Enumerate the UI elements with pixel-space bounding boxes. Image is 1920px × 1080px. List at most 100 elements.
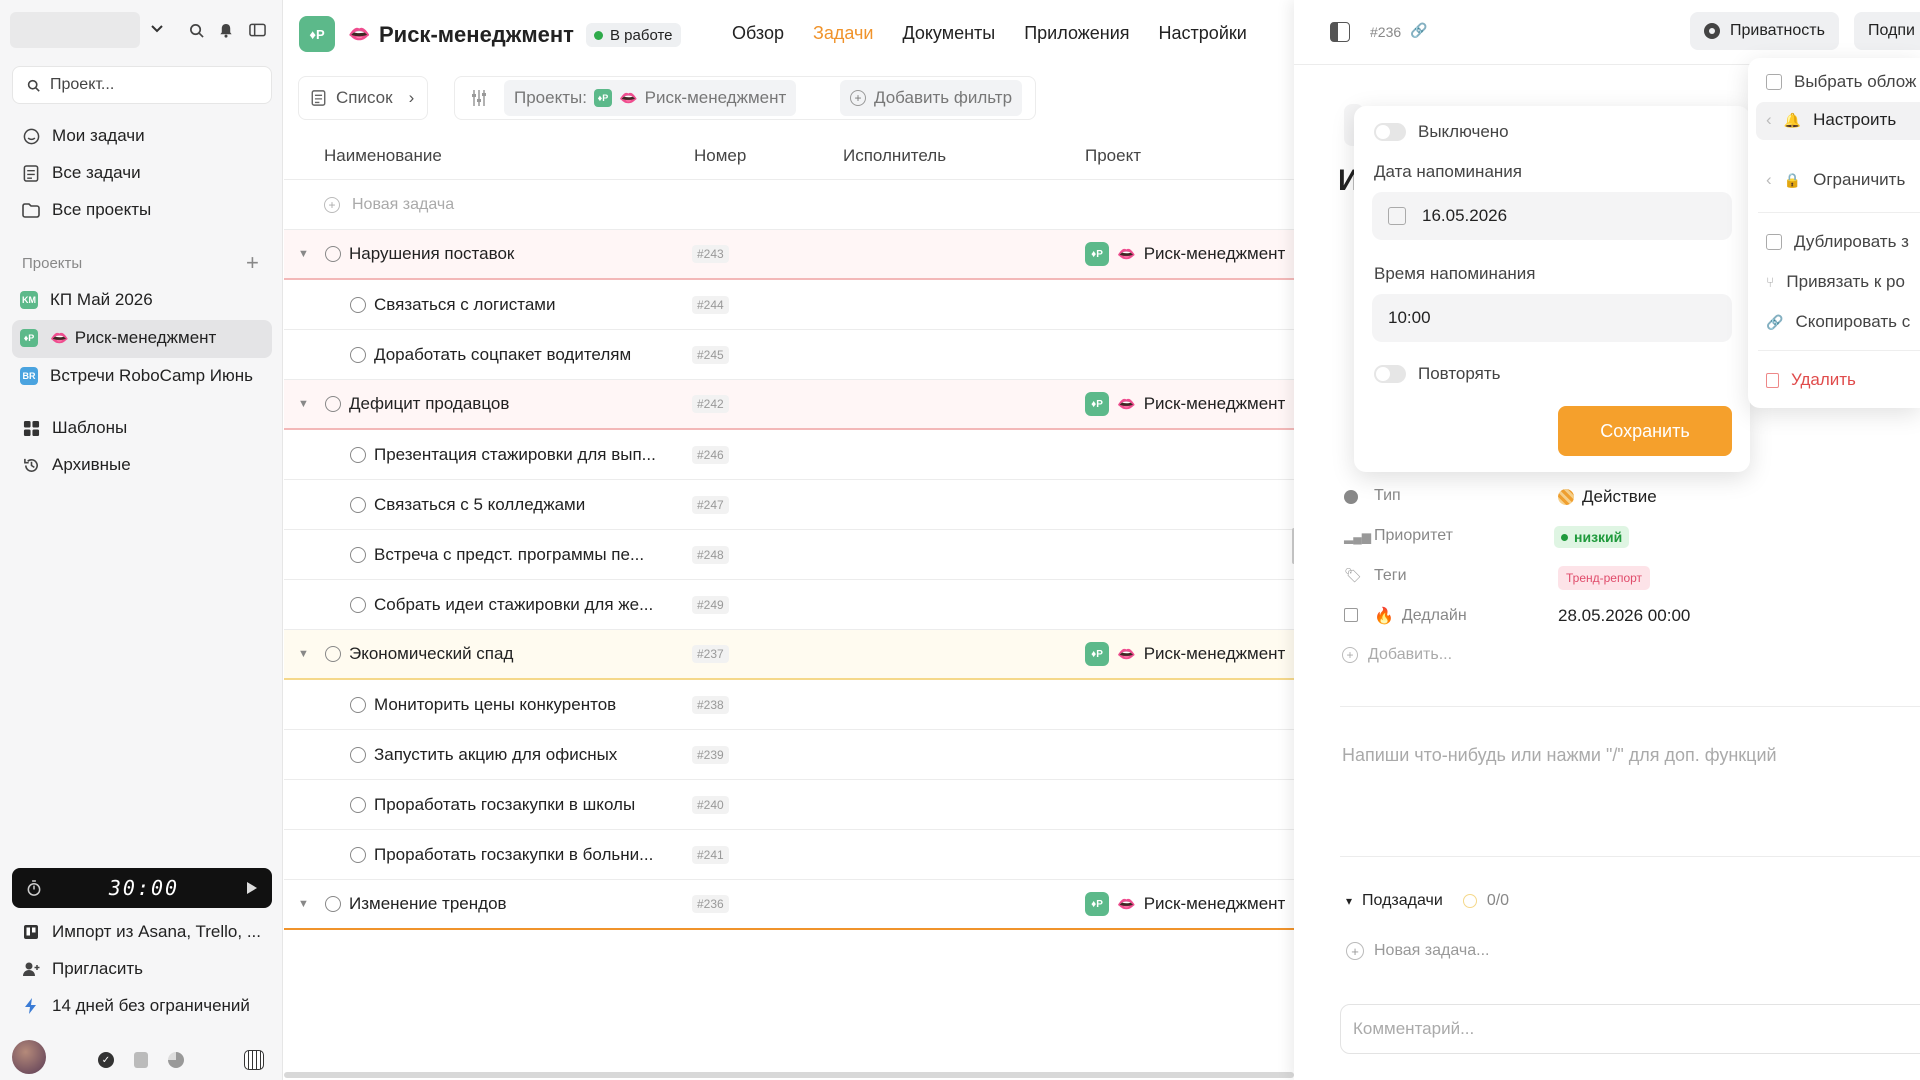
status-circle-icon[interactable] bbox=[325, 396, 341, 412]
play-icon[interactable] bbox=[246, 881, 258, 895]
status-circle-icon[interactable] bbox=[350, 496, 366, 513]
check-icon[interactable]: ✓ bbox=[98, 1052, 114, 1068]
nav-import[interactable]: Импорт из Asana, Trello, ... bbox=[22, 922, 261, 942]
reminder-toggle[interactable]: Выключено bbox=[1374, 122, 1509, 142]
chevron-down-icon[interactable]: ▼ bbox=[298, 648, 309, 660]
menu-item-restrict[interactable]: ‹ 🔒 Ограничить bbox=[1766, 170, 1905, 190]
status-circle-icon[interactable] bbox=[350, 346, 366, 363]
col-assignee[interactable]: Исполнитель bbox=[843, 146, 946, 166]
status-circle-icon[interactable] bbox=[350, 846, 366, 863]
panel-toggle-icon[interactable] bbox=[1330, 22, 1350, 42]
priority-badge[interactable]: низкий bbox=[1554, 526, 1630, 548]
comment-input[interactable]: Комментарий... bbox=[1340, 1004, 1920, 1054]
add-project-icon[interactable]: + bbox=[246, 250, 259, 276]
menu-item-cover[interactable]: Выбрать облож bbox=[1766, 72, 1916, 92]
table-row[interactable]: Презентация стажировки для вып... #246 bbox=[284, 430, 1294, 480]
date-field[interactable]: 16.05.2026 bbox=[1372, 192, 1732, 240]
search-icon[interactable] bbox=[188, 22, 204, 38]
tab-documents[interactable]: Документы bbox=[902, 23, 995, 44]
save-button[interactable]: Сохранить bbox=[1558, 406, 1732, 456]
time-field[interactable]: 10:00 bbox=[1372, 294, 1732, 342]
table-row[interactable]: ▼ Дефицит продавцов #242 ♦P 👄 Риск-менеджмент bbox=[284, 380, 1294, 430]
table-row[interactable]: Проработать госзакупки в школы #240 bbox=[284, 780, 1294, 830]
sliders-icon[interactable] bbox=[468, 88, 490, 108]
prop-type-value[interactable]: Действие bbox=[1558, 487, 1657, 507]
tab-overview[interactable]: Обзор bbox=[732, 23, 784, 44]
menu-item-delete[interactable]: Удалить bbox=[1766, 370, 1856, 390]
chevron-down-icon[interactable] bbox=[148, 20, 166, 38]
tag-badge[interactable]: Тренд-репорт bbox=[1558, 566, 1651, 590]
status-circle-icon[interactable] bbox=[350, 296, 366, 313]
table-row[interactable]: Встреча с предст. программы пе... #248 bbox=[284, 530, 1294, 580]
nav-trial[interactable]: 14 дней без ограничений bbox=[22, 996, 250, 1016]
sidebar-toggle-icon[interactable] bbox=[248, 22, 266, 38]
toggle-switch[interactable] bbox=[1374, 365, 1406, 383]
task-project[interactable]: ♦P 👄 Риск-менеджмент bbox=[1085, 642, 1285, 666]
table-row[interactable]: Проработать госзакупки в больни... #241 bbox=[284, 830, 1294, 880]
subtasks-header[interactable]: ▾ Подзадачи 0/0 bbox=[1346, 892, 1509, 910]
menu-item-copy[interactable]: 🔗 Скопировать с bbox=[1766, 312, 1910, 332]
avatar[interactable] bbox=[12, 1040, 46, 1074]
menu-item-link-parent[interactable]: ⑂ Привязать к ро bbox=[1766, 272, 1905, 292]
status-circle-icon[interactable] bbox=[350, 596, 366, 613]
status-circle-icon[interactable] bbox=[350, 696, 366, 713]
table-row[interactable]: Собрать идеи стажировки для же... #249 bbox=[284, 580, 1294, 630]
view-selector[interactable]: Список › bbox=[298, 76, 428, 120]
status-circle-icon[interactable] bbox=[325, 246, 341, 262]
pie-chart-icon[interactable] bbox=[168, 1052, 184, 1068]
tab-settings[interactable]: Настройки bbox=[1159, 23, 1247, 44]
description-editor[interactable]: Напиши что-нибудь или нажми "/" для доп.… bbox=[1342, 745, 1777, 766]
nav-my-tasks[interactable]: Мои задачи bbox=[22, 126, 145, 146]
repeat-toggle[interactable]: Повторять bbox=[1374, 364, 1501, 384]
table-row[interactable]: Запустить акцию для офисных #239 bbox=[284, 730, 1294, 780]
horizontal-scrollbar[interactable] bbox=[284, 1072, 1294, 1078]
task-project[interactable]: ♦P 👄 Риск-менеджмент bbox=[1085, 242, 1285, 266]
menu-item-duplicate[interactable]: Дублировать з bbox=[1766, 232, 1909, 252]
document-icon[interactable] bbox=[134, 1052, 148, 1068]
nav-all-tasks[interactable]: Все задачи bbox=[22, 163, 141, 183]
toggle-switch[interactable] bbox=[1374, 123, 1406, 141]
table-row[interactable]: ▼ Изменение трендов #236 ♦P 👄 Риск-менеджмент bbox=[284, 880, 1294, 930]
new-task-row[interactable]: + Новая задача bbox=[284, 180, 1294, 230]
chevron-down-icon[interactable]: ▼ bbox=[298, 398, 309, 410]
nav-all-projects[interactable]: Все проекты bbox=[22, 200, 151, 220]
add-property-button[interactable]: + Добавить... bbox=[1342, 646, 1452, 664]
task-project[interactable]: ♦P 👄 Риск-менеджмент bbox=[1085, 892, 1285, 916]
col-number[interactable]: Номер bbox=[694, 146, 746, 166]
status-circle-icon[interactable] bbox=[325, 896, 341, 912]
table-row[interactable]: Доработать соцпакет водителям #245 bbox=[284, 330, 1294, 380]
project-search[interactable]: Проект... bbox=[12, 66, 272, 104]
pomodoro-timer[interactable]: 30:00 bbox=[12, 868, 272, 908]
bell-icon[interactable] bbox=[218, 22, 234, 38]
nav-templates[interactable]: Шаблоны bbox=[22, 418, 127, 438]
table-row[interactable]: Мониторить цены конкурентов #238 bbox=[284, 680, 1294, 730]
table-row[interactable]: ▼ Нарушения поставок #243 ♦P 👄 Риск-менеджмен… bbox=[284, 230, 1294, 280]
task-project[interactable]: ♦P 👄 Риск-менеджмент bbox=[1085, 392, 1285, 416]
nav-archive[interactable]: Архивные bbox=[22, 455, 131, 475]
tab-tasks[interactable]: Задачи bbox=[813, 23, 873, 44]
status-circle-icon[interactable] bbox=[350, 796, 366, 813]
table-row[interactable]: Связаться с логистами #244 bbox=[284, 280, 1294, 330]
workspace-switcher[interactable] bbox=[10, 12, 140, 48]
sidebar-project-robocamp[interactable]: BR Встречи RoboCamp Июнь bbox=[20, 366, 253, 386]
link-icon[interactable]: 🔗 bbox=[1410, 22, 1427, 39]
status-circle-icon[interactable] bbox=[350, 746, 366, 763]
menu-item-configure[interactable]: ‹ 🔔 Настроить bbox=[1766, 110, 1896, 130]
col-project[interactable]: Проект bbox=[1085, 146, 1141, 166]
status-circle-icon[interactable] bbox=[325, 646, 341, 662]
status-circle-icon[interactable] bbox=[350, 446, 366, 463]
col-name[interactable]: Наименование bbox=[324, 146, 442, 166]
tab-apps[interactable]: Приложения bbox=[1024, 23, 1129, 44]
project-filter-chip[interactable]: Проекты: ♦P 👄 Риск-менеджмент bbox=[504, 80, 797, 116]
new-subtask-button[interactable]: + Новая задача... bbox=[1346, 942, 1489, 960]
chevron-down-icon[interactable]: ▼ bbox=[298, 248, 309, 260]
status-badge[interactable]: В работе bbox=[586, 23, 681, 47]
nav-invite[interactable]: Пригласить bbox=[22, 959, 143, 979]
deadline-value[interactable]: 28.05.2026 00:00 bbox=[1558, 606, 1690, 626]
add-filter-button[interactable]: + Добавить фильтр bbox=[840, 80, 1023, 116]
calculator-icon[interactable] bbox=[244, 1050, 264, 1070]
subscribe-button[interactable]: Подпи bbox=[1854, 12, 1920, 50]
sidebar-project-kp[interactable]: KM КП Май 2026 bbox=[20, 290, 153, 310]
status-circle-icon[interactable] bbox=[350, 546, 366, 563]
table-row[interactable]: Связаться с 5 колледжами #247 bbox=[284, 480, 1294, 530]
